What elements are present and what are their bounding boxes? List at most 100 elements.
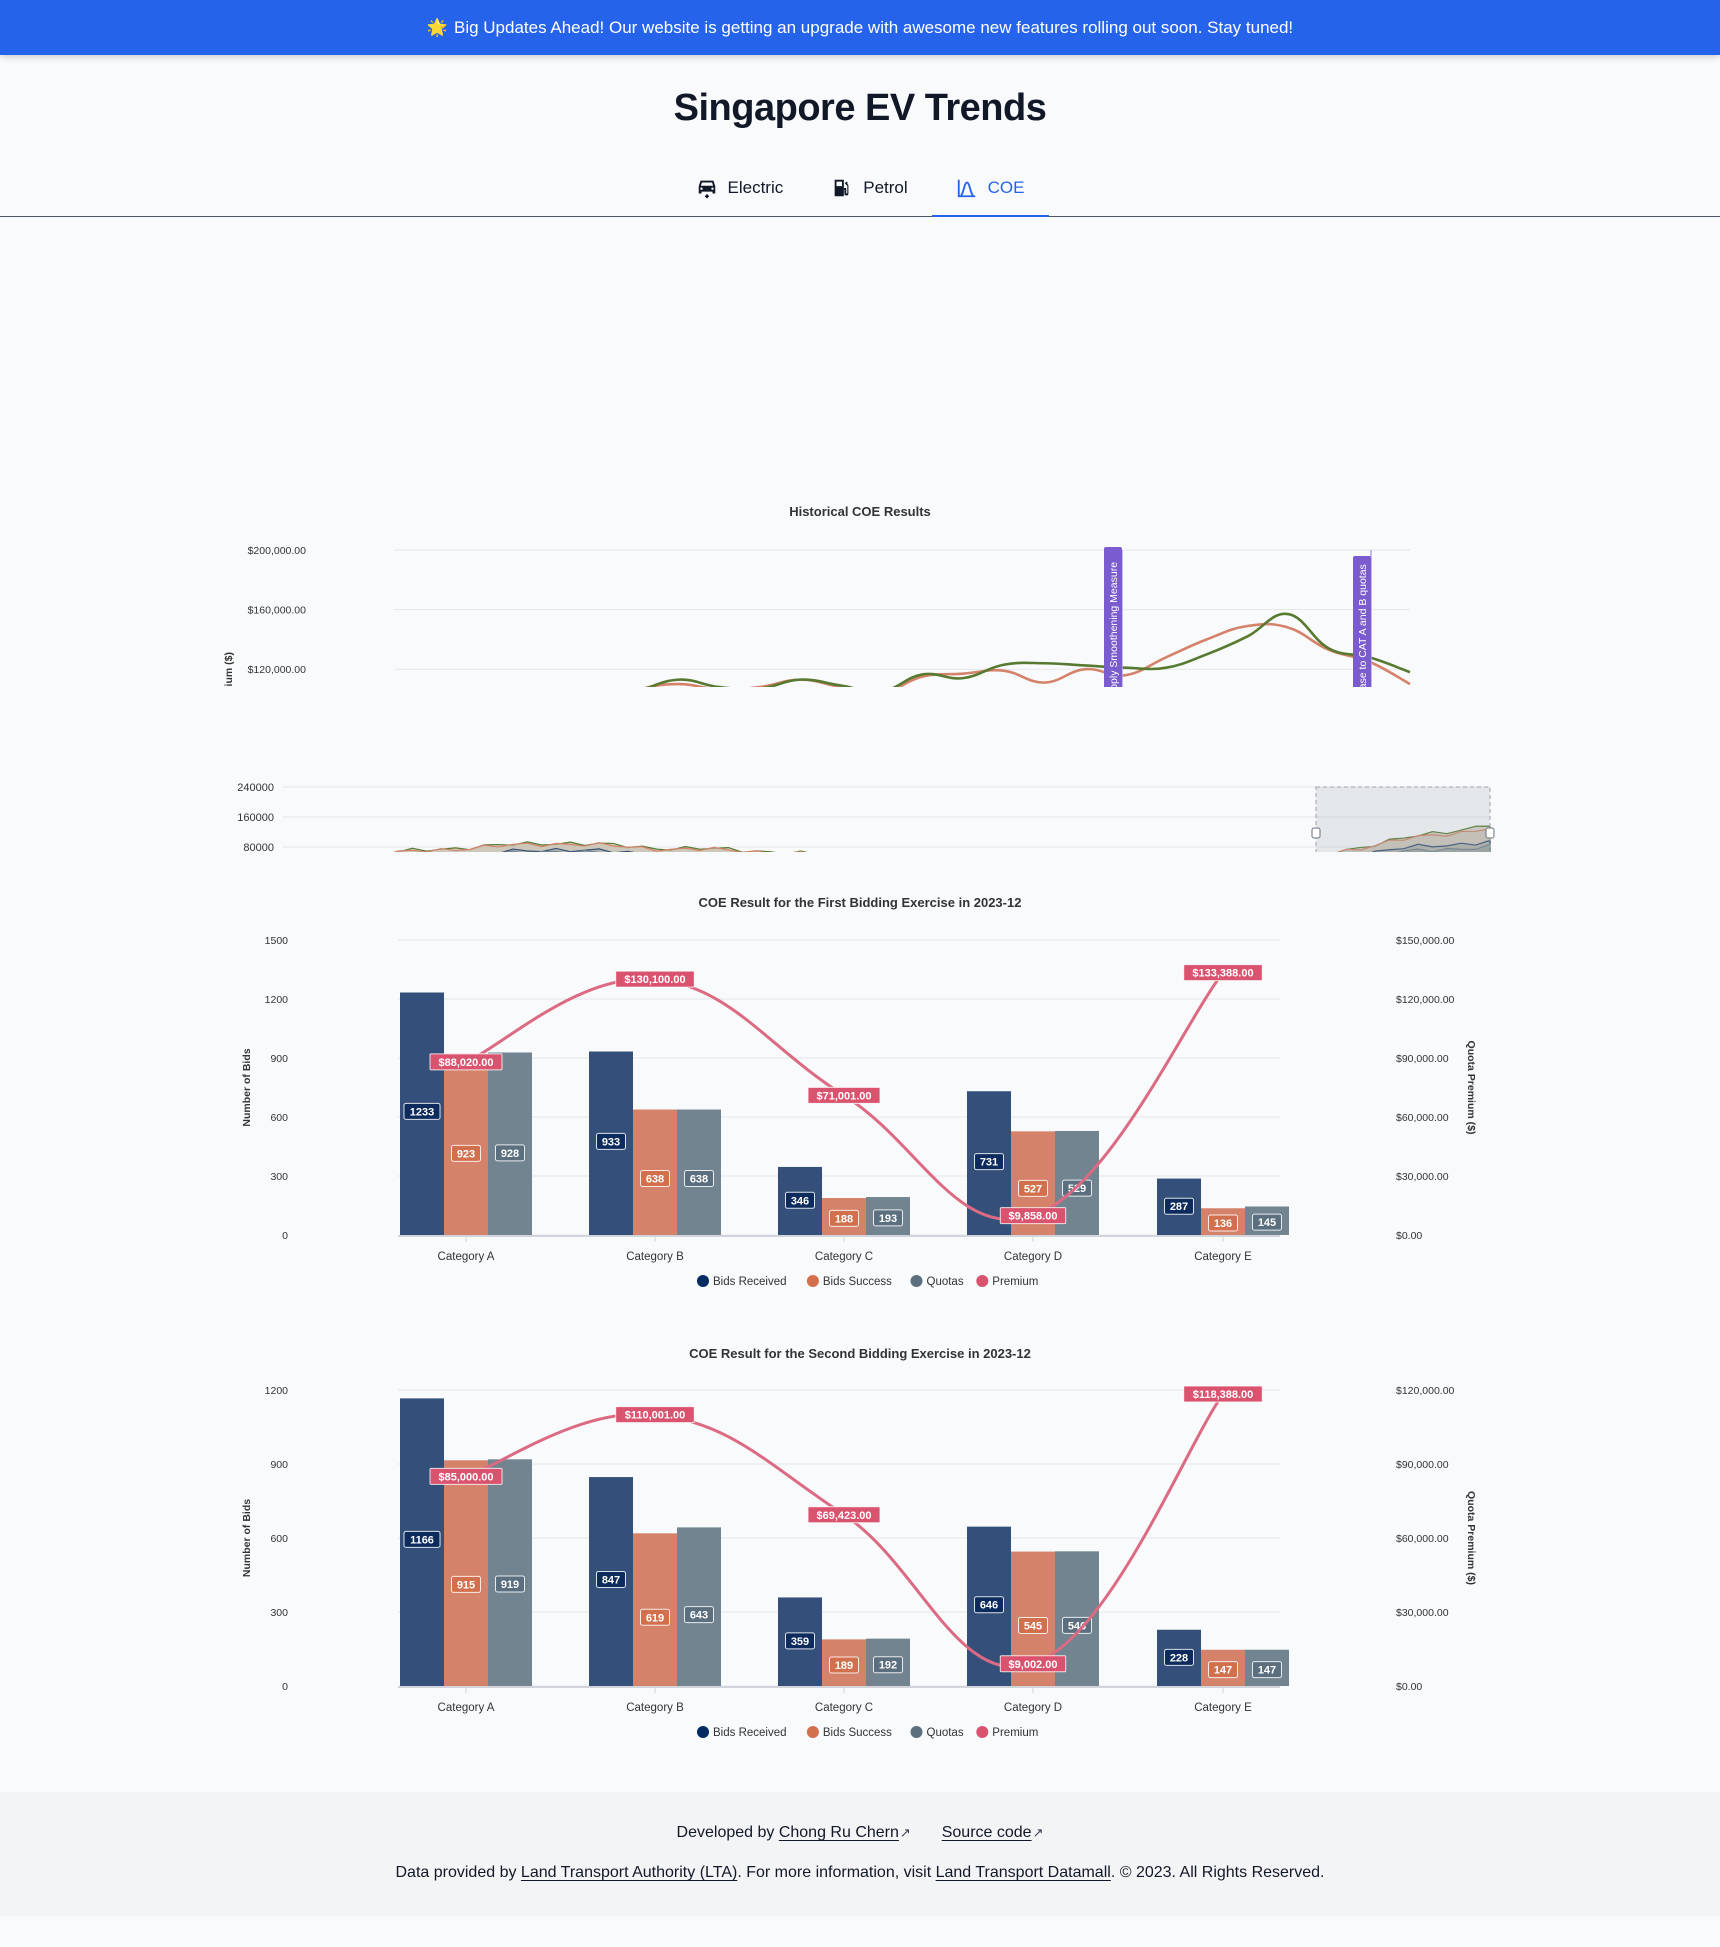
range-navigator-chart[interactable]: 0800001600002400002010201120122013201420…: [0, 692, 1720, 905]
tab-coe-label: COE: [987, 177, 1025, 197]
data-label: 847: [602, 1574, 620, 1586]
y-tick-label: 1200: [265, 1385, 289, 1397]
legend-item[interactable]: Premium: [976, 1726, 1038, 1739]
data-label: 527: [1024, 1183, 1042, 1195]
legend-label: Bids Received: [713, 1727, 787, 1739]
selection-window: [1315, 786, 1491, 878]
tab-bar: Electric Petrol COE: [0, 160, 1720, 217]
y2-tick-label: $120,000.00: [1396, 1385, 1455, 1397]
legend-label: Bids Received: [713, 1276, 787, 1288]
premium-label: $133,388.00: [1192, 968, 1253, 980]
data-label: 359: [791, 1636, 809, 1648]
lta-link[interactable]: Land Transport Authority (LTA): [521, 1864, 737, 1881]
legend-item[interactable]: Bids Success: [806, 1726, 892, 1739]
premium-label: $85,000.00: [438, 1471, 493, 1483]
premium-label: $130,100.00: [624, 974, 685, 986]
legend-item[interactable]: Bids Success: [806, 1275, 892, 1288]
second-bidding-chart[interactable]: COE Result for the Second Bidding Exerci…: [0, 1307, 1720, 1747]
bar-quotas[interactable]: [488, 1459, 532, 1686]
legend-label: Bids Success: [823, 1727, 892, 1739]
bell-curve-icon: [957, 179, 975, 197]
data-label: 638: [690, 1174, 708, 1186]
y-tick-label: 0: [282, 1681, 288, 1693]
annotation-label: MOT introduces Supply Smoothening Measur…: [1108, 562, 1120, 687]
x-tick-label: Category C: [815, 1702, 873, 1714]
y-axis-label: Number of Bids: [241, 1499, 253, 1577]
fuel-pump-icon: [834, 179, 849, 196]
range-handle[interactable]: [1485, 827, 1495, 839]
y-tick-label: 160000: [237, 812, 274, 824]
tab-coe[interactable]: COE: [931, 160, 1049, 217]
y2-tick-label: $30,000.00: [1396, 1607, 1449, 1619]
legend-label: Bids Success: [823, 1276, 892, 1288]
data-label: 287: [1170, 1201, 1188, 1213]
author-link[interactable]: Chong Ru Chern: [779, 1824, 899, 1841]
y-tick-label: 240000: [237, 782, 274, 794]
premium-label: $9,002.00: [1009, 1659, 1058, 1671]
footer: Developed by Chong Ru Chern↗ Source code…: [0, 1792, 1720, 1916]
x-tick-label: Category B: [626, 1702, 684, 1714]
legend-item[interactable]: Bids Received: [697, 1275, 787, 1288]
source-code-link[interactable]: Source code: [942, 1824, 1032, 1841]
sparkle-star-icon: 🌟: [426, 17, 448, 37]
premium-label: $118,388.00: [1193, 1389, 1254, 1401]
legend-item[interactable]: Quotas: [910, 1275, 964, 1288]
external-link-icon: ↗: [899, 1825, 911, 1840]
premium-line: [465, 1393, 1225, 1669]
data-label: 145: [1258, 1217, 1276, 1229]
y-tick-label: 300: [270, 1171, 288, 1183]
developed-by-text: Developed by: [676, 1824, 775, 1841]
y2-tick-label: $150,000.00: [1396, 935, 1455, 947]
tab-electric-label: Electric: [727, 177, 784, 197]
data-label: 147: [1214, 1665, 1232, 1677]
data-label: 1166: [410, 1534, 434, 1546]
data-label: 919: [501, 1579, 519, 1591]
series-line-category-b: [393, 622, 1411, 730]
info-text: . For more information, visit: [737, 1864, 932, 1881]
announcement-banner: 🌟 Big Updates Ahead! Our website is gett…: [0, 0, 1720, 55]
historical-coe-chart[interactable]: Historical COE Results$0.00$40,000.00$80…: [0, 217, 1720, 892]
range-handle[interactable]: [1311, 827, 1321, 839]
tab-petrol[interactable]: Petrol: [807, 160, 931, 217]
premium-label: $9,858.00: [1009, 1211, 1058, 1223]
legend-label: Quotas: [927, 1276, 964, 1288]
legend-label: Premium: [992, 1276, 1038, 1288]
legend-marker: [910, 1726, 923, 1738]
premium-label: $69,423.00: [816, 1510, 871, 1522]
data-label: 346: [791, 1195, 809, 1207]
chart-title: COE Result for the First Bidding Exercis…: [699, 895, 1022, 910]
bar-bids-success[interactable]: [444, 1460, 488, 1686]
legend-item[interactable]: Quotas: [910, 1726, 964, 1739]
y2-tick-label: $90,000.00: [1396, 1459, 1449, 1471]
y-tick-label: 1500: [265, 935, 289, 947]
legend-item[interactable]: Premium: [976, 1275, 1038, 1288]
copyright-text: . © 2023. All Rights Reserved.: [1110, 1864, 1325, 1881]
legend-item[interactable]: Bids Received: [697, 1726, 787, 1739]
y2-tick-label: $0.00: [1396, 1230, 1422, 1242]
y-tick-label: 600: [270, 1112, 288, 1124]
legend-marker: [697, 1275, 709, 1287]
x-tick-label: Category E: [1194, 1251, 1252, 1263]
legend-marker: [806, 1275, 819, 1287]
legend-label: Premium: [992, 1727, 1038, 1739]
bar-quotas[interactable]: [488, 1052, 532, 1235]
y2-tick-label: $120,000.00: [1396, 994, 1455, 1006]
premium-label: $88,020.00: [438, 1057, 493, 1069]
x-tick-label: Category D: [1004, 1702, 1062, 1714]
chart-title: Historical COE Results: [789, 504, 931, 519]
y2-tick-label: $30,000.00: [1396, 1171, 1449, 1183]
page-title: Singapore EV Trends: [673, 87, 1047, 129]
legend-marker: [910, 1275, 923, 1287]
datamall-link[interactable]: Land Transport Datamall: [936, 1864, 1111, 1881]
y-tick-label: $200,000.00: [248, 545, 307, 557]
tab-electric[interactable]: Electric: [672, 160, 808, 217]
x-tick-label: Category C: [815, 1251, 873, 1263]
annotation-label: Further increase to CAT A and B quotas: [1357, 564, 1369, 687]
legend-marker: [806, 1726, 819, 1738]
data-label: 228: [1170, 1652, 1188, 1664]
bar-bids-success[interactable]: [444, 1053, 488, 1235]
data-label: 731: [980, 1157, 998, 1169]
data-label: 193: [879, 1213, 897, 1225]
first-bidding-chart[interactable]: COE Result for the First Bidding Exercis…: [0, 857, 1720, 1302]
y-tick-label: 300: [270, 1607, 288, 1619]
